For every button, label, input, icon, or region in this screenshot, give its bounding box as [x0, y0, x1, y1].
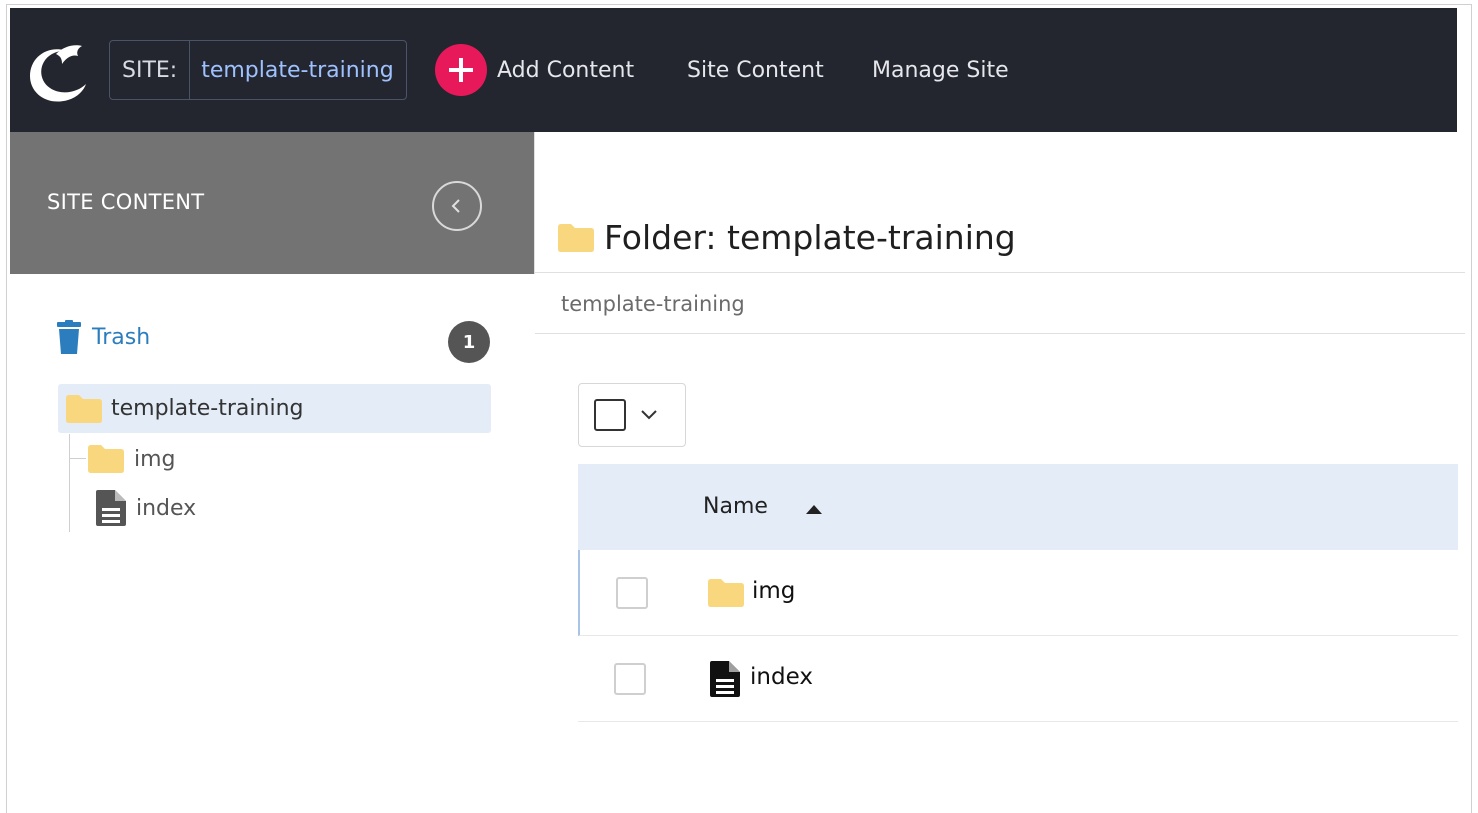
tree-item-template-training[interactable]: template-training	[58, 384, 491, 433]
page-title: Folder: template-training	[558, 218, 1016, 257]
nav-manage-site[interactable]: Manage Site	[872, 58, 1009, 83]
bulk-select-dropdown[interactable]	[578, 383, 686, 447]
tree-item-label: template-training	[111, 396, 304, 421]
table-row[interactable]: img	[578, 550, 1458, 636]
trash-count-badge: 1	[448, 321, 490, 363]
folder-icon	[66, 394, 102, 423]
table-header: Name	[578, 464, 1458, 550]
folder-icon	[708, 579, 744, 607]
trash-label: Trash	[92, 324, 151, 350]
row-checkbox[interactable]	[614, 663, 646, 695]
trash-icon	[57, 320, 81, 354]
top-navbar: SITE: template-training Add Content Site…	[10, 8, 1457, 132]
divider	[535, 272, 1465, 273]
site-label: SITE:	[110, 41, 191, 99]
row-name[interactable]: img	[752, 578, 795, 604]
tree-connector	[69, 434, 70, 532]
chevron-down-icon	[641, 410, 657, 420]
select-all-checkbox[interactable]	[594, 399, 626, 431]
nav-site-content[interactable]: Site Content	[687, 58, 824, 83]
row-name[interactable]: index	[750, 664, 813, 690]
row-checkbox[interactable]	[616, 577, 648, 609]
site-name[interactable]: template-training	[190, 41, 405, 99]
tree-item-img[interactable]: img	[88, 445, 176, 473]
contents-table: Name img index	[578, 464, 1458, 722]
divider	[535, 333, 1465, 334]
plus-icon	[435, 44, 487, 96]
app-logo-icon[interactable]	[26, 36, 88, 106]
trash-link[interactable]: Trash	[56, 320, 150, 354]
tree-item-label: index	[136, 495, 197, 521]
tree-connector	[70, 458, 86, 459]
column-header-name[interactable]: Name	[703, 494, 768, 519]
site-selector[interactable]: SITE: template-training	[109, 40, 407, 100]
sidebar-tree: Trash 1 template-training img index	[10, 274, 535, 809]
breadcrumb[interactable]: template-training	[561, 292, 745, 316]
tree-item-index[interactable]: index	[96, 490, 196, 526]
sidebar-title: SITE CONTENT	[47, 190, 205, 214]
folder-icon	[558, 223, 594, 252]
sidebar-header: SITE CONTENT	[10, 132, 535, 274]
table-row[interactable]: index	[578, 636, 1458, 722]
sort-ascending-icon[interactable]	[806, 505, 822, 514]
collapse-sidebar-button[interactable]	[432, 181, 482, 231]
document-icon	[710, 661, 740, 697]
document-icon	[96, 490, 126, 526]
add-content-button[interactable]: Add Content	[435, 44, 634, 96]
folder-icon	[88, 445, 124, 473]
tree-item-label: img	[134, 446, 176, 472]
page-title-text: Folder: template-training	[604, 218, 1016, 257]
chevron-left-icon	[451, 199, 460, 213]
add-content-label: Add Content	[497, 57, 635, 83]
